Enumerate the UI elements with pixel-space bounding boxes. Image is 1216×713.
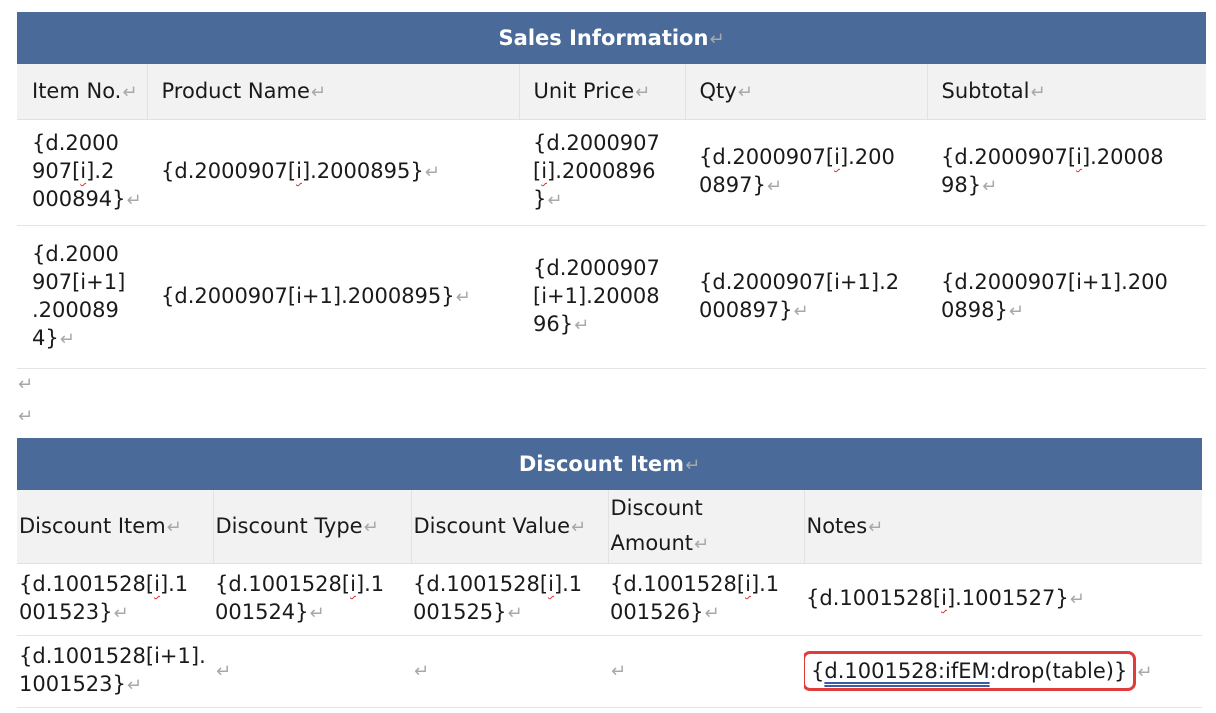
cell-qty: {d.2000907[i].200 0897}↵ <box>685 119 927 226</box>
cell-discount-value: {d.1001528[i].1 001525}↵ <box>411 563 608 636</box>
discount-header-row: Discount Item↵ Discount Type↵ Discount V… <box>17 490 1202 564</box>
paragraph-mark: ↵ <box>18 406 34 427</box>
cell-item-no: {d.2000 907[i+1] .200089 4}↵ <box>17 225 147 369</box>
cell-product-name: {d.2000907[i+1].2000895}↵ <box>147 225 519 369</box>
cell-discount-type: {d.1001528[i].1 001524}↵ <box>213 563 411 636</box>
cell-qty: {d.2000907[i+1].2 000897}↵ <box>685 225 927 369</box>
paragraph-mark: ↵ <box>18 374 34 395</box>
cell-notes: {d.1001528:ifEM:drop(table)} ↵ <box>804 635 1202 708</box>
header-notes: Notes↵ <box>803 490 1202 564</box>
cell-discount-value: ↵ <box>411 635 608 708</box>
header-discount-amount: Discount Amount↵ <box>607 490 804 564</box>
sales-title: Sales Information↵ <box>17 12 1207 64</box>
cell-discount-amount: {d.1001528[i].1 001526}↵ <box>608 563 804 636</box>
sales-header-row: Item No.↵ Product Name↵ Unit Price↵ Qty↵… <box>17 64 1207 120</box>
sales-information-table: Sales Information↵ Item No.↵ Product Nam… <box>17 12 1207 369</box>
header-qty: Qty↵ <box>684 64 927 120</box>
field-reference-link[interactable]: d.1001528:ifEM <box>824 659 989 683</box>
header-unit-price: Unit Price↵ <box>518 64 685 120</box>
header-discount-item: Discount Item↵ <box>17 490 213 564</box>
header-subtotal: Subtotal↵ <box>926 64 1207 120</box>
sales-title-row: Sales Information↵ <box>17 12 1207 64</box>
table-row: {d.2000 907[i+1] .200089 4}↵ {d.2000907[i+1… <box>17 225 1207 369</box>
table-row: {d.1001528[i+1]. 1001523}↵ ↵ ↵ ↵ {d.10015… <box>17 635 1202 708</box>
cell-subtotal: {d.2000907[i].20008 98}↵ <box>927 119 1207 226</box>
highlighted-drop-table-expression[interactable]: {d.1001528:ifEM:drop(table)} <box>804 651 1137 691</box>
cell-product-name: {d.2000907[i].2000895}↵ <box>147 119 519 226</box>
cell-discount-type: ↵ <box>213 635 411 708</box>
cell-unit-price: {d.2000907 [i].2000896}↵ <box>519 119 685 226</box>
header-discount-type: Discount Type↵ <box>212 490 411 564</box>
cell-discount-amount: ↵ <box>608 635 804 708</box>
cell-discount-item: {d.1001528[i+1]. 1001523}↵ <box>17 635 213 708</box>
discount-title: Discount Item↵ <box>17 438 1202 490</box>
cell-subtotal: {d.2000907[i+1].200 0898}↵ <box>927 225 1207 369</box>
header-item-no: Item No.↵ <box>17 64 147 120</box>
cell-discount-item: {d.1001528[i].1 001523}↵ <box>17 563 213 636</box>
cell-item-no: {d.2000 907[i].2 000894}↵ <box>17 119 147 226</box>
header-product-name: Product Name↵ <box>146 64 519 120</box>
discount-title-row: Discount Item↵ <box>17 438 1202 490</box>
discount-item-table: Discount Item↵ Discount Item↵ Discount T… <box>17 438 1202 708</box>
cell-unit-price: {d.2000907 [i+1].20008 96}↵ <box>519 225 685 369</box>
table-row: {d.1001528[i].1 001523}↵ {d.1001528[i].1 0… <box>17 563 1202 636</box>
header-discount-value: Discount Value↵ <box>410 490 608 564</box>
table-row: {d.2000 907[i].2 000894}↵ {d.2000907[i].20… <box>17 119 1207 226</box>
cell-notes: {d.1001528[i].1001527}↵ <box>804 563 1202 636</box>
